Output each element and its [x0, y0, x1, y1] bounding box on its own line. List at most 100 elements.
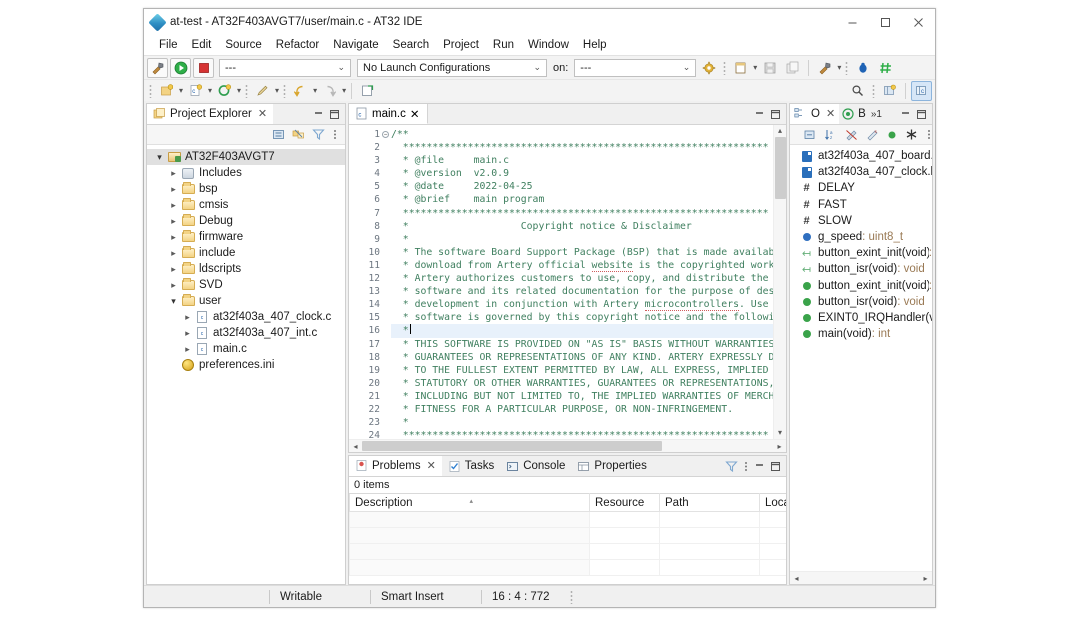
toolbar-drag-handle-4[interactable] — [245, 84, 248, 98]
tab-console[interactable]: Console — [500, 456, 571, 476]
code-line[interactable]: * INCLUDING BUT NOT LIMITED TO, THE IMPL… — [391, 390, 773, 403]
maximize-icon[interactable] — [329, 109, 340, 120]
toolbar-drag-handle-2[interactable] — [845, 61, 848, 75]
gear-icon[interactable] — [698, 58, 719, 78]
tree-item-at32f403avgt7[interactable]: ▾AT32F403AVGT7 — [147, 149, 345, 165]
minimize-icon[interactable] — [313, 109, 324, 120]
chevron-right-icon[interactable]: ▸ — [181, 312, 194, 323]
new-c-file-icon[interactable]: c — [185, 81, 206, 101]
menu-file[interactable]: File — [152, 38, 185, 53]
code-line[interactable]: * @file main.c — [391, 154, 773, 167]
filter-icon[interactable] — [725, 460, 738, 473]
filter-icon[interactable] — [312, 128, 325, 141]
scroll-right-icon[interactable]: ▸ — [773, 442, 786, 451]
maximize-icon[interactable] — [916, 109, 927, 120]
tree-item-firmware[interactable]: ▸firmware — [147, 229, 345, 245]
column-header-description[interactable]: Description▴ — [350, 494, 590, 512]
code-line[interactable]: * GUARANTEES OR REPRESENTATIONS OF ANY K… — [391, 351, 773, 364]
close-button[interactable] — [902, 9, 935, 35]
hash-green-icon[interactable] — [875, 58, 896, 78]
tab-outline[interactable]: O ✕ — [790, 104, 839, 124]
scroll-left-icon[interactable]: ◂ — [349, 442, 362, 451]
table-row[interactable] — [350, 544, 787, 560]
tree-item-preferences-ini[interactable]: preferences.ini — [147, 357, 345, 373]
tree-item-main-c[interactable]: ▸cmain.c — [147, 341, 345, 357]
outline-item[interactable]: #FAST — [790, 197, 932, 213]
column-header-resource[interactable]: Resource — [590, 494, 660, 512]
open-perspective-icon[interactable] — [879, 81, 900, 101]
hide-fields-icon[interactable] — [845, 129, 858, 141]
outline-item[interactable]: button_exint_init(void) : — [790, 278, 932, 294]
tab-tasks[interactable]: Tasks — [442, 456, 500, 476]
code-line[interactable]: ****************************************… — [391, 429, 773, 439]
menu-search[interactable]: Search — [386, 38, 436, 53]
menu-navigate[interactable]: Navigate — [326, 38, 385, 53]
code-line[interactable]: * — [391, 416, 773, 429]
code-line[interactable]: * development in conjunction with Artery… — [391, 298, 773, 311]
code-line[interactable]: * — [391, 324, 773, 337]
chevron-down-icon[interactable]: ▾ — [837, 63, 841, 72]
close-icon[interactable]: ✕ — [410, 107, 420, 121]
code-line[interactable]: ****************************************… — [391, 207, 773, 220]
chevron-down-icon[interactable]: ▾ — [208, 86, 212, 95]
scroll-right-icon[interactable]: ▸ — [919, 574, 932, 583]
chevron-right-icon[interactable]: ▸ — [167, 200, 180, 211]
code-line[interactable]: /** — [391, 128, 773, 141]
close-icon[interactable]: ✕ — [826, 107, 835, 120]
chevron-down-icon[interactable]: ▾ — [153, 152, 166, 163]
editor-horizontal-scrollbar[interactable]: ◂ ▸ — [349, 439, 786, 452]
code-line[interactable]: * software is governed by this copyright… — [391, 311, 773, 324]
outline-item[interactable]: g_speed : uint8_t — [790, 229, 932, 245]
outline-item[interactable]: main(void) : int — [790, 326, 932, 342]
stop-button[interactable] — [193, 58, 214, 78]
sort-az-icon[interactable]: az — [824, 129, 837, 141]
search-icon[interactable] — [847, 81, 868, 101]
toolbar-drag-handle[interactable] — [723, 61, 726, 75]
outline-item[interactable]: #DELAY — [790, 180, 932, 196]
launch-config-combo[interactable]: No Launch Configurations ⌄ — [357, 59, 547, 77]
chevron-right-icon[interactable]: ▸ — [167, 184, 180, 195]
hammer-dropdown-icon[interactable] — [814, 58, 835, 78]
tab-build-targets[interactable]: B — [839, 104, 869, 124]
outline-item[interactable]: EXINT0_IRQHandler(vo — [790, 310, 932, 326]
scrollbar-track[interactable] — [775, 199, 786, 427]
minimize-icon[interactable] — [900, 109, 911, 120]
menu-edit[interactable]: Edit — [185, 38, 219, 53]
close-icon[interactable]: ✕ — [258, 107, 267, 120]
table-row[interactable] — [350, 560, 787, 576]
code-line[interactable]: * — [391, 233, 773, 246]
code-line[interactable]: * Copyright notice & Disclaimer — [391, 220, 773, 233]
outline-horizontal-scrollbar[interactable]: ◂ ▸ — [790, 571, 932, 584]
hide-nonpublic-icon[interactable] — [887, 130, 897, 140]
chevron-down-icon[interactable]: ▾ — [753, 63, 757, 72]
save-icon[interactable] — [759, 58, 780, 78]
chevron-right-icon[interactable]: ▸ — [167, 216, 180, 227]
table-row[interactable] — [350, 512, 787, 528]
target-combo[interactable]: --- ⌄ — [219, 59, 351, 77]
menu-window[interactable]: Window — [521, 38, 576, 53]
outline-item[interactable]: at32f403a_407_board.h — [790, 148, 932, 164]
chevron-right-icon[interactable]: ▸ — [181, 344, 194, 355]
run-button[interactable] — [170, 58, 191, 78]
chevron-down-icon[interactable]: ▾ — [237, 86, 241, 95]
chevron-right-icon[interactable]: ▸ — [181, 328, 194, 339]
chevron-right-icon[interactable]: ▸ — [167, 232, 180, 243]
column-header-path[interactable]: Path — [660, 494, 760, 512]
chevron-down-icon[interactable]: ▾ — [275, 86, 279, 95]
view-menu-icon[interactable] — [926, 128, 932, 141]
build-button[interactable] — [147, 58, 168, 78]
toolbar-drag-handle-6[interactable] — [872, 84, 875, 98]
code-line[interactable]: * download from Artery official website … — [391, 259, 773, 272]
outline-item[interactable]: ↤button_isr(void) : void — [790, 261, 932, 277]
chevron-right-icon[interactable]: ▸ — [167, 248, 180, 259]
maximize-icon[interactable] — [770, 109, 781, 120]
tree-item-svd[interactable]: ▸SVD — [147, 277, 345, 293]
chevron-down-icon[interactable]: ▾ — [167, 296, 180, 307]
debug-bug-icon[interactable] — [852, 58, 873, 78]
tab-overflow-indicator[interactable]: »1 — [869, 109, 884, 120]
menu-project[interactable]: Project — [436, 38, 486, 53]
code-line[interactable]: * @version v2.0.9 — [391, 167, 773, 180]
outline-item[interactable]: at32f403a_407_clock.h — [790, 164, 932, 180]
code-line[interactable]: * software and its related documentation… — [391, 285, 773, 298]
hscrollbar-thumb[interactable] — [362, 441, 662, 451]
